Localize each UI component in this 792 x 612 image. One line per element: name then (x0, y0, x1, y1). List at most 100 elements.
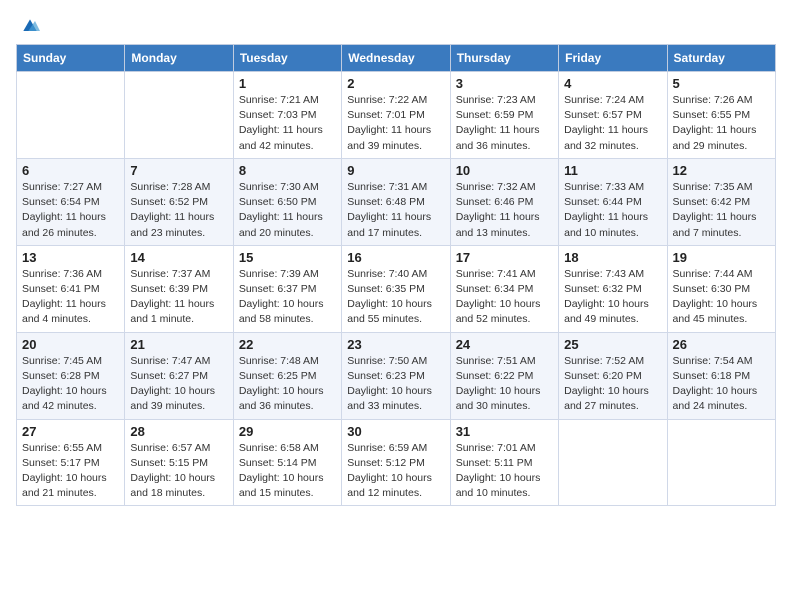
day-of-week-header: Friday (559, 45, 667, 72)
day-number: 25 (564, 337, 661, 352)
logo-icon (20, 16, 40, 36)
day-number: 14 (130, 250, 227, 265)
day-of-week-header: Thursday (450, 45, 558, 72)
day-info: Sunrise: 7:01 AM Sunset: 5:11 PM Dayligh… (456, 441, 553, 502)
day-number: 11 (564, 163, 661, 178)
calendar-week-row: 1 Sunrise: 7:21 AM Sunset: 7:03 PM Daylig… (17, 72, 776, 159)
calendar-cell: 19 Sunrise: 7:44 AM Sunset: 6:30 PM Dayli… (667, 245, 775, 332)
calendar-cell: 25 Sunrise: 7:52 AM Sunset: 6:20 PM Dayli… (559, 332, 667, 419)
day-number: 18 (564, 250, 661, 265)
day-number: 17 (456, 250, 553, 265)
calendar-cell: 2 Sunrise: 7:22 AM Sunset: 7:01 PM Daylig… (342, 72, 450, 159)
day-info: Sunrise: 7:21 AM Sunset: 7:03 PM Dayligh… (239, 93, 336, 154)
day-info: Sunrise: 7:40 AM Sunset: 6:35 PM Dayligh… (347, 267, 444, 328)
calendar-cell: 11 Sunrise: 7:33 AM Sunset: 6:44 PM Dayli… (559, 158, 667, 245)
calendar-week-row: 27 Sunrise: 6:55 AM Sunset: 5:17 PM Dayli… (17, 419, 776, 506)
day-number: 31 (456, 424, 553, 439)
calendar-cell: 17 Sunrise: 7:41 AM Sunset: 6:34 PM Dayli… (450, 245, 558, 332)
day-info: Sunrise: 7:27 AM Sunset: 6:54 PM Dayligh… (22, 180, 119, 241)
calendar-cell: 9 Sunrise: 7:31 AM Sunset: 6:48 PM Daylig… (342, 158, 450, 245)
day-info: Sunrise: 7:50 AM Sunset: 6:23 PM Dayligh… (347, 354, 444, 415)
calendar-cell: 6 Sunrise: 7:27 AM Sunset: 6:54 PM Daylig… (17, 158, 125, 245)
day-of-week-header: Wednesday (342, 45, 450, 72)
calendar-cell: 31 Sunrise: 7:01 AM Sunset: 5:11 PM Dayli… (450, 419, 558, 506)
day-info: Sunrise: 7:24 AM Sunset: 6:57 PM Dayligh… (564, 93, 661, 154)
day-info: Sunrise: 7:35 AM Sunset: 6:42 PM Dayligh… (673, 180, 770, 241)
day-info: Sunrise: 7:52 AM Sunset: 6:20 PM Dayligh… (564, 354, 661, 415)
day-number: 4 (564, 76, 661, 91)
day-number: 12 (673, 163, 770, 178)
calendar-cell: 8Sunrise: 7:30 AM Sunset: 6:50 PM Daylig… (233, 158, 341, 245)
day-info: Sunrise: 7:44 AM Sunset: 6:30 PM Dayligh… (673, 267, 770, 328)
logo (16, 16, 40, 36)
day-number: 24 (456, 337, 553, 352)
day-number: 19 (673, 250, 770, 265)
calendar-cell: 14 Sunrise: 7:37 AM Sunset: 6:39 PM Dayli… (125, 245, 233, 332)
day-info: Sunrise: 6:55 AM Sunset: 5:17 PM Dayligh… (22, 441, 119, 502)
day-number: 5 (673, 76, 770, 91)
calendar-cell: 28 Sunrise: 6:57 AM Sunset: 5:15 PM Dayli… (125, 419, 233, 506)
day-number: 1 (239, 76, 336, 91)
day-info: Sunrise: 7:22 AM Sunset: 7:01 PM Dayligh… (347, 93, 444, 154)
calendar-cell: 7Sunrise: 7:28 AM Sunset: 6:52 PM Daylig… (125, 158, 233, 245)
calendar-week-row: 20 Sunrise: 7:45 AM Sunset: 6:28 PM Dayli… (17, 332, 776, 419)
calendar-week-row: 6 Sunrise: 7:27 AM Sunset: 6:54 PM Daylig… (17, 158, 776, 245)
calendar-cell: 20 Sunrise: 7:45 AM Sunset: 6:28 PM Dayli… (17, 332, 125, 419)
calendar-cell: 27 Sunrise: 6:55 AM Sunset: 5:17 PM Dayli… (17, 419, 125, 506)
calendar-cell: 10 Sunrise: 7:32 AM Sunset: 6:46 PM Dayli… (450, 158, 558, 245)
day-number: 6 (22, 163, 119, 178)
calendar-cell: 16Sunrise: 7:40 AM Sunset: 6:35 PM Dayli… (342, 245, 450, 332)
calendar-header-row: SundayMondayTuesdayWednesdayThursdayFrid… (17, 45, 776, 72)
day-info: Sunrise: 7:39 AM Sunset: 6:37 PM Dayligh… (239, 267, 336, 328)
day-number: 10 (456, 163, 553, 178)
day-info: Sunrise: 7:37 AM Sunset: 6:39 PM Dayligh… (130, 267, 227, 328)
calendar-cell (17, 72, 125, 159)
day-info: Sunrise: 7:45 AM Sunset: 6:28 PM Dayligh… (22, 354, 119, 415)
calendar-cell: 30 Sunrise: 6:59 AM Sunset: 5:12 PM Dayli… (342, 419, 450, 506)
day-number: 13 (22, 250, 119, 265)
day-number: 30 (347, 424, 444, 439)
day-info: Sunrise: 7:36 AM Sunset: 6:41 PM Dayligh… (22, 267, 119, 328)
day-number: 9 (347, 163, 444, 178)
day-number: 23 (347, 337, 444, 352)
day-info: Sunrise: 7:23 AM Sunset: 6:59 PM Dayligh… (456, 93, 553, 154)
calendar-cell: 22Sunrise: 7:48 AM Sunset: 6:25 PM Dayli… (233, 332, 341, 419)
calendar-cell (125, 72, 233, 159)
day-info: Sunrise: 7:31 AM Sunset: 6:48 PM Dayligh… (347, 180, 444, 241)
day-number: 2 (347, 76, 444, 91)
day-number: 15 (239, 250, 336, 265)
calendar-cell: 3 Sunrise: 7:23 AM Sunset: 6:59 PM Daylig… (450, 72, 558, 159)
calendar-cell: 29Sunrise: 6:58 AM Sunset: 5:14 PM Dayli… (233, 419, 341, 506)
day-info: Sunrise: 6:57 AM Sunset: 5:15 PM Dayligh… (130, 441, 227, 502)
day-number: 8 (239, 163, 336, 178)
calendar-cell (559, 419, 667, 506)
day-number: 3 (456, 76, 553, 91)
calendar-cell: 5 Sunrise: 7:26 AM Sunset: 6:55 PM Daylig… (667, 72, 775, 159)
day-info: Sunrise: 6:59 AM Sunset: 5:12 PM Dayligh… (347, 441, 444, 502)
calendar-cell: 21Sunrise: 7:47 AM Sunset: 6:27 PM Dayli… (125, 332, 233, 419)
day-number: 26 (673, 337, 770, 352)
calendar-table: SundayMondayTuesdayWednesdayThursdayFrid… (16, 44, 776, 506)
day-of-week-header: Saturday (667, 45, 775, 72)
day-info: Sunrise: 6:58 AM Sunset: 5:14 PM Dayligh… (239, 441, 336, 502)
calendar-cell: 15 Sunrise: 7:39 AM Sunset: 6:37 PM Dayli… (233, 245, 341, 332)
calendar-cell: 18 Sunrise: 7:43 AM Sunset: 6:32 PM Dayli… (559, 245, 667, 332)
day-of-week-header: Sunday (17, 45, 125, 72)
calendar-week-row: 13 Sunrise: 7:36 AM Sunset: 6:41 PM Dayli… (17, 245, 776, 332)
day-info: Sunrise: 7:41 AM Sunset: 6:34 PM Dayligh… (456, 267, 553, 328)
calendar-cell: 26Sunrise: 7:54 AM Sunset: 6:18 PM Dayli… (667, 332, 775, 419)
day-info: Sunrise: 7:26 AM Sunset: 6:55 PM Dayligh… (673, 93, 770, 154)
day-info: Sunrise: 7:43 AM Sunset: 6:32 PM Dayligh… (564, 267, 661, 328)
day-number: 27 (22, 424, 119, 439)
page-header (16, 16, 776, 36)
calendar-cell: 1 Sunrise: 7:21 AM Sunset: 7:03 PM Daylig… (233, 72, 341, 159)
day-number: 28 (130, 424, 227, 439)
day-info: Sunrise: 7:33 AM Sunset: 6:44 PM Dayligh… (564, 180, 661, 241)
day-info: Sunrise: 7:51 AM Sunset: 6:22 PM Dayligh… (456, 354, 553, 415)
calendar-cell: 23 Sunrise: 7:50 AM Sunset: 6:23 PM Dayli… (342, 332, 450, 419)
day-info: Sunrise: 7:48 AM Sunset: 6:25 PM Dayligh… (239, 354, 336, 415)
day-info: Sunrise: 7:28 AM Sunset: 6:52 PM Dayligh… (130, 180, 227, 241)
day-number: 21 (130, 337, 227, 352)
day-info: Sunrise: 7:32 AM Sunset: 6:46 PM Dayligh… (456, 180, 553, 241)
day-number: 20 (22, 337, 119, 352)
